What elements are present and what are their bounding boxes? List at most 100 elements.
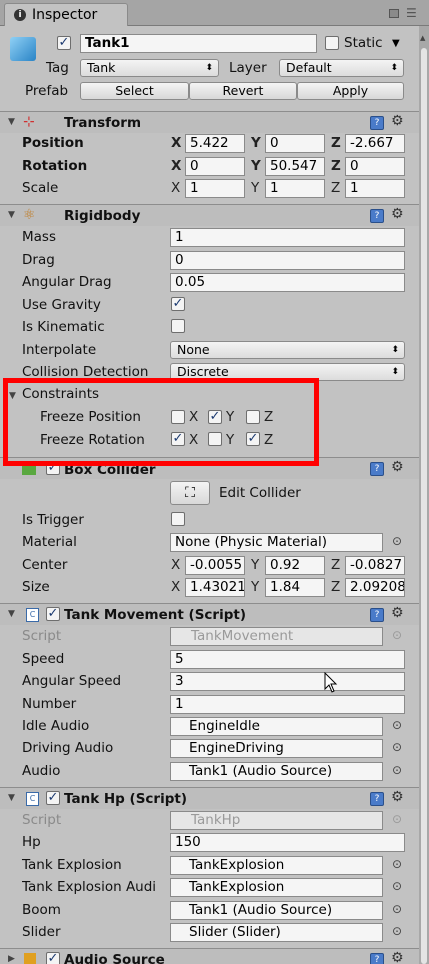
tank-movement-enabled-checkbox[interactable]: ✓ [46, 607, 60, 621]
rigidbody-header[interactable]: ▼ ⚛ Rigidbody ? ⚙ [0, 204, 419, 226]
position-x-field[interactable]: 5.422 [185, 134, 245, 153]
center-y-field[interactable]: 0.92 [265, 556, 325, 575]
help-icon[interactable]: ? [370, 209, 384, 223]
tank-movement-header[interactable]: ▼ C ✓ Tank Movement (Script) ? ⚙ [0, 603, 419, 625]
tag-dropdown[interactable]: Tank ⬍ [80, 59, 219, 77]
help-icon[interactable]: ? [370, 953, 384, 964]
static-dropdown-icon[interactable]: ▼ [392, 38, 400, 49]
audio-source-icon [24, 953, 36, 964]
axis-z: Z [331, 180, 341, 196]
center-z-field[interactable]: -0.0827 [345, 556, 405, 575]
scale-x-field[interactable]: 1 [185, 179, 245, 198]
mass-field[interactable]: 1 [170, 228, 405, 247]
drag-label: Drag [22, 252, 55, 268]
center-x-field[interactable]: -0.0055 [185, 556, 245, 575]
use-gravity-checkbox[interactable]: ✓ [171, 297, 185, 311]
object-picker-icon: ⊙ [392, 812, 403, 826]
material-field[interactable]: None (Physic Material) [170, 533, 383, 552]
static-checkbox[interactable] [325, 36, 339, 50]
size-y-field[interactable]: 1.84 [265, 578, 325, 597]
rotation-z-field[interactable]: 0 [345, 157, 405, 176]
audio-field[interactable]: Tank1 (Audio Source) [170, 762, 383, 781]
gear-icon[interactable]: ⚙ [391, 789, 404, 805]
hp-field[interactable]: 150 [170, 833, 405, 852]
tank-hp-header[interactable]: ▼ C ✓ Tank Hp (Script) ? ⚙ [0, 787, 419, 809]
transform-header[interactable]: ▼ ⊹ Transform ? ⚙ [0, 111, 419, 133]
object-picker-icon[interactable]: ⊙ [392, 534, 402, 548]
help-icon[interactable]: ? [370, 116, 384, 130]
prefab-apply-button[interactable]: Apply [297, 82, 404, 100]
lock-icon[interactable] [389, 9, 399, 18]
object-picker-icon[interactable]: ⊙ [392, 857, 402, 871]
number-field[interactable]: 1 [170, 695, 405, 714]
scroll-up-icon[interactable]: ▲ [420, 34, 425, 42]
position-y-field[interactable]: 0 [265, 134, 325, 153]
script-label: Script [22, 812, 62, 828]
foldout-icon: ▼ [8, 117, 15, 127]
prefab-select-button[interactable]: Select [80, 82, 189, 100]
rotation-x-field[interactable]: 0 [185, 157, 245, 176]
interpolate-dropdown[interactable]: None ⬍ [170, 341, 405, 359]
tab-inspector[interactable]: i Inspector [4, 3, 128, 26]
gear-icon[interactable]: ⚙ [391, 206, 404, 222]
foldout-icon: ▼ [8, 210, 15, 220]
updown-icon: ⬍ [391, 367, 399, 377]
constraints-highlight-box [3, 378, 319, 466]
rotation-y-field[interactable]: 50.547 [265, 157, 325, 176]
object-picker-icon[interactable]: ⊙ [392, 740, 402, 754]
object-picker-icon[interactable]: ⊙ [392, 902, 402, 916]
audio-source-header[interactable]: ▶ ✓ Audio Source ? ⚙ [0, 948, 419, 964]
object-picker-icon[interactable]: ⊙ [392, 718, 402, 732]
idle-audio-field[interactable]: EngineIdle [170, 717, 383, 736]
scrollbar[interactable]: ▲ [419, 26, 429, 964]
object-picker-icon[interactable]: ⊙ [392, 879, 402, 893]
help-icon[interactable]: ? [370, 792, 384, 806]
object-picker-icon[interactable]: ⊙ [392, 924, 402, 938]
foldout-icon: ▼ [8, 609, 15, 619]
scale-y-field[interactable]: 1 [265, 179, 325, 198]
scale-z-field[interactable]: 1 [345, 179, 405, 198]
gear-icon[interactable]: ⚙ [391, 950, 404, 964]
audio-source-enabled-checkbox[interactable]: ✓ [46, 952, 60, 964]
position-z-field[interactable]: -2.667 [345, 134, 405, 153]
tank-hp-enabled-checkbox[interactable]: ✓ [46, 791, 60, 805]
gear-icon[interactable]: ⚙ [391, 605, 404, 621]
gear-icon[interactable]: ⚙ [391, 459, 404, 475]
is-kinematic-checkbox[interactable] [171, 319, 185, 333]
tank-explosion-audio-field[interactable]: TankExplosion [170, 878, 383, 897]
updown-icon: ⬍ [205, 63, 213, 73]
hp-label: Hp [22, 834, 41, 850]
active-checkbox[interactable]: ✓ [57, 36, 71, 50]
slider-field[interactable]: Slider (Slider) [170, 923, 383, 942]
axis-y: Y [251, 180, 260, 196]
prefab-revert-button[interactable]: Revert [189, 82, 297, 100]
tank-explosion-field[interactable]: TankExplosion [170, 856, 383, 875]
drag-field[interactable]: 0 [170, 251, 405, 270]
size-z-field[interactable]: 2.09208 [345, 578, 405, 597]
gameobject-cube-icon [10, 37, 36, 61]
scrollbar-thumb[interactable] [421, 48, 427, 964]
angular-drag-field[interactable]: 0.05 [170, 273, 405, 292]
boom-field[interactable]: Tank1 (Audio Source) [170, 901, 383, 920]
axis-z: Z [331, 557, 341, 573]
layer-dropdown[interactable]: Default ⬍ [279, 59, 404, 77]
edit-collider-button[interactable]: ⛶ [170, 481, 210, 505]
foldout-icon: ▶ [8, 954, 15, 964]
object-picker-icon[interactable]: ⊙ [392, 763, 402, 777]
object-name-input[interactable]: Tank1 [80, 34, 317, 53]
help-icon[interactable]: ? [370, 608, 384, 622]
help-icon[interactable]: ? [370, 462, 384, 476]
driving-audio-field[interactable]: EngineDriving [170, 739, 383, 758]
speed-field[interactable]: 5 [170, 650, 405, 669]
size-x-field[interactable]: 1.43021 [185, 578, 245, 597]
axis-y: Y [251, 557, 260, 573]
rigidbody-icon: ⚛ [23, 207, 36, 223]
speed-label: Speed [22, 651, 65, 667]
gear-icon[interactable]: ⚙ [391, 113, 404, 129]
edit-collider-label: Edit Collider [219, 485, 301, 501]
menu-icon[interactable]: ☰ [406, 6, 417, 20]
script-icon: C [26, 792, 39, 806]
is-trigger-checkbox[interactable] [171, 512, 185, 526]
script-field: TankMovement [170, 627, 383, 646]
angular-speed-field[interactable]: 3 [170, 672, 405, 691]
